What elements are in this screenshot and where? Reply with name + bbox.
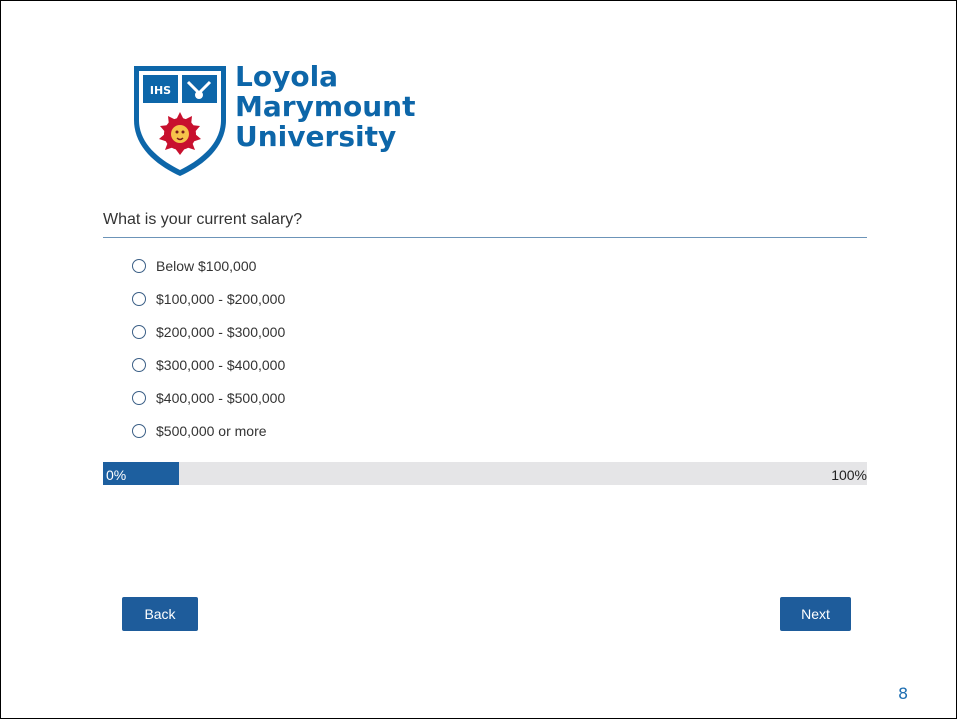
radio-button[interactable] [132,291,146,306]
option-label: $100,000 - $200,000 [156,290,286,307]
seal-text: IHS [150,84,171,97]
option-below-100000[interactable]: Below $100,000 [132,249,285,282]
university-logo: IHS Loyola Marymount University [130,62,450,182]
back-button[interactable]: Back [122,597,198,631]
radio-button[interactable] [132,423,146,438]
option-label: Below $100,000 [156,257,257,274]
progress-bar [103,462,867,485]
option-label: $500,000 or more [156,422,267,439]
option-label: $400,000 - $500,000 [156,389,286,406]
next-button[interactable]: Next [780,597,851,631]
logo-line-2: Marymount [235,90,416,123]
logo-line-1: Loyola [235,60,339,93]
option-500000-or-more[interactable]: $500,000 or more [132,414,285,447]
option-label: $200,000 - $300,000 [156,323,286,340]
radio-button[interactable] [132,357,146,372]
logo-line-3: University [235,120,397,153]
question-divider [103,237,867,238]
logo-wordmark: Loyola Marymount University [235,62,415,152]
radio-button[interactable] [132,258,146,273]
option-label: $300,000 - $400,000 [156,356,286,373]
shield-crest-icon: IHS [134,66,226,176]
progress-min-label: 0% [106,467,127,483]
option-400000-500000[interactable]: $400,000 - $500,000 [132,381,285,414]
page-number: 8 [898,684,909,703]
option-200000-300000[interactable]: $200,000 - $300,000 [132,315,285,348]
radio-button[interactable] [132,390,146,405]
progress-max-label: 100% [831,467,867,483]
radio-button[interactable] [132,324,146,339]
answer-options: Below $100,000 $100,000 - $200,000 $200,… [132,249,285,447]
question-text: What is your current salary? [103,211,303,228]
option-100000-200000[interactable]: $100,000 - $200,000 [132,282,285,315]
option-300000-400000[interactable]: $300,000 - $400,000 [132,348,285,381]
